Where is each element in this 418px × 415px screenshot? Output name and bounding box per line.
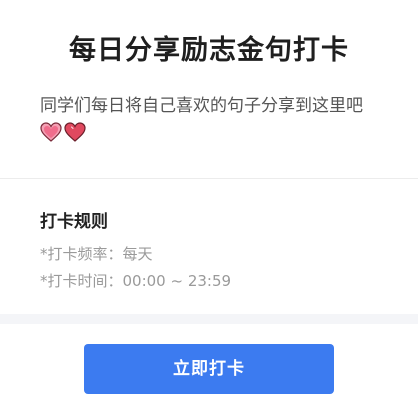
heart-icon bbox=[64, 122, 86, 142]
hearts-emoji-group bbox=[40, 122, 88, 151]
rules-title: 打卡规则 bbox=[40, 212, 108, 232]
intro-card: 每日分享励志金句打卡 同学们每日将自己喜欢的句子分享到这里吧 bbox=[0, 0, 418, 178]
description-text: 同学们每日将自己喜欢的句子分享到这里吧 bbox=[40, 96, 363, 116]
rule-frequency: *打卡频率：每天 bbox=[40, 245, 153, 263]
page-title: 每日分享励志金句打卡 bbox=[69, 35, 349, 66]
checkin-page: 每日分享励志金句打卡 同学们每日将自己喜欢的句子分享到这里吧 打卡规则 *打卡频… bbox=[0, 0, 418, 415]
rules-card: 打卡规则 *打卡频率：每天 *打卡时间：00:00 ~ 23:59 bbox=[0, 179, 418, 314]
rule-time: *打卡时间：00:00 ~ 23:59 bbox=[40, 272, 232, 290]
bottom-action-bar: 立即打卡 bbox=[0, 324, 418, 415]
checkin-button[interactable]: 立即打卡 bbox=[84, 344, 334, 394]
heart-icon bbox=[40, 122, 62, 142]
page-description: 同学们每日将自己喜欢的句子分享到这里吧 bbox=[40, 92, 380, 151]
